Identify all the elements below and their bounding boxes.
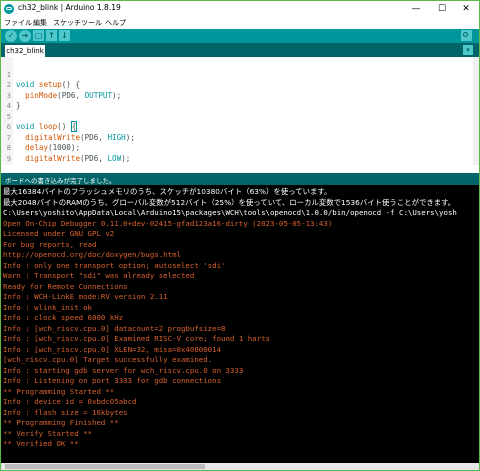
minimize-button[interactable]: — bbox=[403, 1, 429, 17]
console-line: ** Verified OK ** bbox=[3, 439, 79, 448]
console-line: Licensed under GNU GPL v2 bbox=[3, 229, 115, 238]
code-line: 10 } bbox=[1, 154, 28, 184]
menu-bar: ファイル 編集 スケッチ ツール ヘルプ bbox=[1, 17, 479, 29]
code-line: 3 } bbox=[1, 80, 28, 111]
menu-help[interactable]: ヘルプ bbox=[105, 18, 126, 28]
title-bar: ch32_blink | Arduino 1.8.19 — ☐ ✕ bbox=[1, 1, 479, 17]
console-line: 最大16384バイトのフラッシュメモリのうち、スケッチが10380バイト（63%… bbox=[3, 187, 332, 196]
console-line: Info : clock speed 6000 kHz bbox=[3, 313, 124, 322]
console-line: Info : [wch_riscv.cpu.0] Examined RISC-V… bbox=[3, 334, 270, 343]
console-line: Info : flash size = 16kbytes bbox=[3, 407, 128, 417]
console-output[interactable]: 最大16384バイトのフラッシュメモリのうち、スケッチが10380バイト（63%… bbox=[1, 185, 479, 470]
maximize-button[interactable]: ☐ bbox=[429, 1, 455, 17]
tab-bar: ch32_blink ▾ bbox=[1, 43, 479, 57]
menu-file[interactable]: ファイル bbox=[4, 18, 32, 28]
status-bar: ボードへの書き込みが完了しました。 bbox=[1, 173, 479, 185]
chevron-down-icon: ▾ bbox=[466, 46, 470, 54]
code-line: 8 digitalWrite(PD6, LOW); bbox=[1, 133, 131, 163]
tab-menu-button[interactable]: ▾ bbox=[463, 45, 473, 55]
console-line: Info : Listening on port 3333 for gdb co… bbox=[3, 376, 222, 385]
console-line: For bug reports, read bbox=[3, 239, 97, 249]
console-line: Ready for Remote Connections bbox=[3, 281, 128, 291]
console-line: ** Programming Finished ** bbox=[3, 418, 119, 427]
arrow-right-icon: ➜ bbox=[21, 31, 29, 40]
console-line: http://openocd.org/doc/doxygen/bugs.html bbox=[3, 250, 181, 259]
console-line: ** Programming Started ** bbox=[3, 386, 115, 396]
code-editor[interactable]: 1 void setup() { 2 pinMode(PD6, OUTPUT);… bbox=[1, 57, 479, 184]
console-line: Info : [wch_riscv.cpu.0] XLEN=32, misa=0… bbox=[3, 344, 222, 354]
console-horizontal-scrollbar[interactable] bbox=[1, 463, 479, 470]
console-line: Info : device id = 0xbdc05abcd bbox=[3, 397, 137, 406]
editor-bottom-area bbox=[1, 165, 479, 173]
console-line: ** Verify Started ** bbox=[3, 428, 92, 438]
tab-ch32-blink[interactable]: ch32_blink bbox=[5, 45, 45, 57]
arduino-logo-icon bbox=[4, 4, 14, 14]
code-line: 9 delay(1000); bbox=[1, 143, 80, 174]
open-button[interactable]: ↑ bbox=[46, 30, 57, 41]
save-button[interactable]: ↓ bbox=[59, 30, 70, 41]
code-line: 1 void setup() { bbox=[1, 59, 80, 90]
console-line: Info : starting gdb server for wch_riscv… bbox=[3, 365, 244, 375]
console-line: [wch_riscv.cpu.0] Target successfully ex… bbox=[3, 355, 213, 364]
menu-tools[interactable]: ツール bbox=[81, 18, 102, 28]
new-file-icon: ▢ bbox=[34, 31, 43, 40]
menu-edit[interactable]: 編集 bbox=[33, 18, 47, 28]
editor-scrollbar[interactable] bbox=[473, 57, 479, 165]
verify-button[interactable]: ✓ bbox=[5, 30, 17, 42]
console-line: Info : wlink_init ok bbox=[3, 302, 92, 312]
console-line: Open On-Chip Debugger 0.11.0+dev-02415-g… bbox=[3, 218, 333, 228]
console-line: C:\Users\yoshito\AppData\Local\Arduino15… bbox=[3, 208, 457, 217]
status-message: ボードへの書き込みが完了しました。 bbox=[5, 177, 116, 185]
console-line: 最大2048バイトのRAMのうち、グローバル変数が512バイト（25%）を使って… bbox=[3, 197, 456, 207]
console-line: Info : WCH-LinkE mode:RV version 2.11 bbox=[3, 292, 168, 301]
arduino-window: ch32_blink | Arduino 1.8.19 — ☐ ✕ ファイル 編… bbox=[0, 0, 480, 471]
scrollbar-thumb[interactable] bbox=[5, 464, 205, 469]
menu-sketch[interactable]: スケッチ bbox=[53, 18, 81, 28]
console-line: Info : [wch_riscv.cpu.0] datacount=2 pro… bbox=[3, 323, 226, 333]
console-line: Warn : Transport "sdi" was already selec… bbox=[3, 271, 195, 280]
close-button[interactable]: ✕ bbox=[453, 1, 479, 17]
code-line: 2 pinMode(PD6, OUTPUT); bbox=[1, 70, 121, 100]
arrow-up-icon: ↑ bbox=[48, 31, 55, 40]
serial-monitor-button[interactable] bbox=[461, 30, 472, 41]
arrow-down-icon: ↓ bbox=[61, 31, 68, 40]
console-line: Info : only one transport option; autose… bbox=[3, 260, 226, 270]
code-line: 5 void loop() { bbox=[1, 101, 78, 132]
toolbar: ✓ ➜ ▢ ↑ ↓ bbox=[1, 29, 479, 43]
window-title: ch32_blink | Arduino 1.8.19 bbox=[18, 3, 121, 12]
code-line: 4 bbox=[1, 91, 28, 110]
code-line: 7 delay(1000); bbox=[1, 122, 80, 153]
code-line: 6 digitalWrite(PD6, HIGH); bbox=[1, 112, 135, 142]
upload-button[interactable]: ➜ bbox=[19, 30, 31, 42]
new-button[interactable]: ▢ bbox=[33, 30, 44, 41]
checkmark-icon: ✓ bbox=[7, 31, 15, 40]
